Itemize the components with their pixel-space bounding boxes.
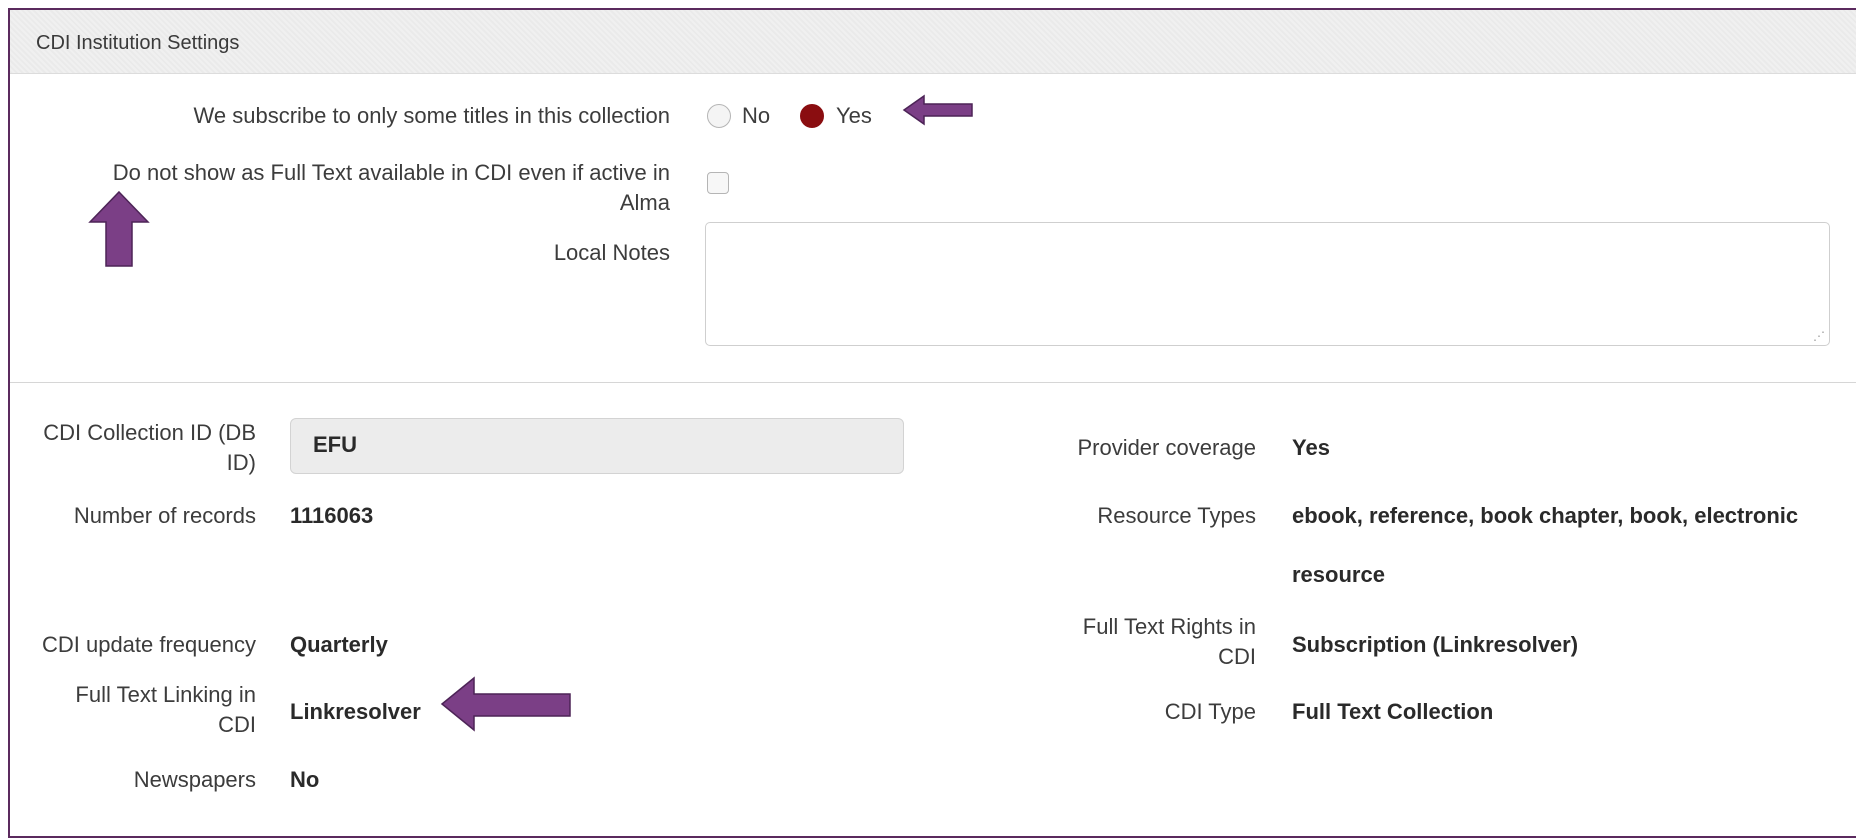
- collection-id-label-line2: ID): [226, 450, 256, 475]
- rights-value: Subscription (Linkresolver): [1292, 632, 1579, 657]
- cdi-type-label: CDI Type: [1164, 699, 1256, 724]
- local-notes-textarea[interactable]: ⋰: [705, 222, 1830, 346]
- radio-yes-label[interactable]: Yes: [836, 103, 872, 129]
- num-records-value: 1116063: [290, 503, 374, 528]
- collection-id-value: EFU: [313, 432, 357, 457]
- up-arrow-icon: [88, 190, 150, 267]
- linking-label-line1: Full Text Linking in: [75, 682, 256, 707]
- panel-title: CDI Institution Settings: [36, 32, 240, 54]
- subscribe-label: We subscribe to only some titles in this…: [193, 103, 670, 128]
- newspapers-value: No: [290, 767, 320, 792]
- resource-types-label: Resource Types: [1097, 503, 1256, 528]
- local-notes-label: Local Notes: [553, 240, 670, 265]
- left-arrow-icon: [440, 676, 571, 732]
- rights-label: Full Text Rights in CDI: [996, 612, 1256, 672]
- content-frame: [8, 8, 1856, 838]
- collection-id-label-line1: CDI Collection ID (DB: [43, 420, 256, 445]
- section-divider: [10, 382, 1856, 383]
- collection-id-label: CDI Collection ID (DB ID): [0, 418, 256, 478]
- resource-types-value-line1: ebook, reference, book chapter, book, el…: [1292, 503, 1799, 528]
- linking-label: Full Text Linking in CDI: [0, 680, 256, 740]
- num-records-label: Number of records: [73, 503, 256, 528]
- provider-coverage-label: Provider coverage: [1077, 435, 1256, 460]
- left-arrow-icon: [902, 94, 973, 126]
- cdi-type-value: Full Text Collection: [1292, 699, 1494, 724]
- rights-label-line1: Full Text Rights in: [1082, 614, 1256, 639]
- collection-id-field[interactable]: EFU: [290, 418, 904, 474]
- provider-coverage-value: Yes: [1292, 435, 1330, 460]
- resource-types-value-line2: resource: [1292, 562, 1385, 587]
- update-freq-label: CDI update frequency: [41, 632, 256, 657]
- radio-no-label[interactable]: No: [742, 103, 770, 129]
- fulltext-label-line1: Do not show as Full Text available in CD…: [112, 160, 670, 185]
- radio-yes[interactable]: [800, 104, 824, 128]
- linking-value: Linkresolver: [290, 699, 421, 724]
- linking-label-line2: CDI: [218, 712, 256, 737]
- radio-no[interactable]: [707, 104, 731, 128]
- fulltext-checkbox[interactable]: [707, 172, 729, 194]
- update-freq-value: Quarterly: [290, 632, 388, 657]
- panel-header: CDI Institution Settings: [10, 10, 1856, 74]
- rights-label-line2: CDI: [1218, 644, 1256, 669]
- resize-grip-icon[interactable]: ⋰: [1813, 330, 1825, 342]
- newspapers-label: Newspapers: [133, 767, 256, 792]
